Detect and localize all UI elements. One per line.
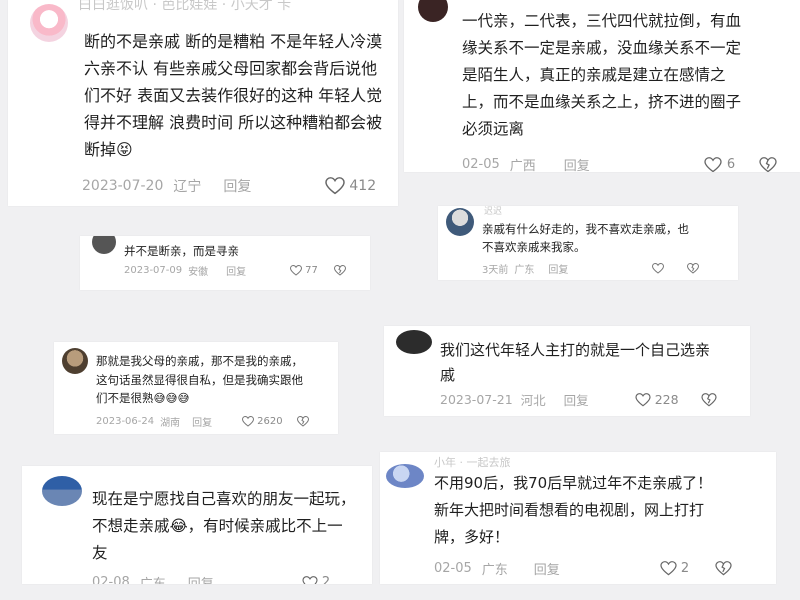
like-button[interactable] [652,263,667,274]
heart-icon [325,177,346,195]
like-button[interactable]: 228 [635,392,679,407]
comment-date: 2023-07-09 [124,265,183,276]
comment-text: 一代亲，二代表，三代四代就拉倒，有血 缘关系不一定是亲戚，没血缘关系不一定 是陌… [462,12,742,138]
avatar[interactable] [418,0,448,22]
comment-location: 广西 [509,159,536,172]
comment-text: 现在是宁愿找自己喜欢的朋友一起玩， 不想走亲戚😂，有时候亲戚比不上一 友 [92,490,356,562]
comment-text: 并不是断亲，而是寻亲 [124,244,239,258]
reply-button[interactable]: 回复 [564,155,590,172]
like-button[interactable]: 77 [290,265,318,276]
dislike-icon[interactable] [715,561,732,576]
heart-icon [635,392,651,407]
comment-location: 广东 [481,563,508,578]
comment-location: 广东 [140,573,166,584]
comment-text: 那就是我父母的亲戚，那不是我的亲戚， 这句话虽然显得很自私，但是我确实跟他 们不… [96,352,303,408]
reply-button[interactable]: 回复 [548,261,568,276]
like-button[interactable]: 2 [660,561,689,576]
comment-text: 断的不是亲戚 断的是糟粕 不是年轻人冷漠 六亲不认 有些亲戚父母回家都会背后说他… [84,28,398,163]
dislike-icon[interactable] [700,392,717,407]
reply-button[interactable]: 回复 [188,573,214,584]
comment-card-1: 白白逛饭叭 · 芭比娃娃 · 小天才 卡 断的不是亲戚 断的是糟粕 不是年轻人冷… [8,0,398,206]
sweat-smile-emoji: 😅😅😅 [153,391,190,405]
avatar[interactable] [386,464,424,488]
comment-text: 不用90后，我70后早就过年不走亲戚了！ 新年大把时间看想看的电视剧，网上打打 … [434,474,713,546]
heart-icon [290,265,303,276]
username[interactable]: 白白逛饭叭 · 芭比娃娃 · 小天才 卡 [78,0,291,14]
tears-of-joy-emoji: 😂 [169,517,188,535]
comment-meta: 02-05 广西 回复 6 [462,155,777,172]
comment-card-5: 那就是我父母的亲戚，那不是我的亲戚， 这句话虽然显得很自私，但是我确实跟他 们不… [54,342,338,434]
avatar[interactable] [446,208,474,236]
comment-location: 河北 [520,393,546,408]
comment-date: 2023-07-20 [82,178,164,194]
heart-icon [660,561,677,576]
like-count: 228 [654,392,679,407]
comment-date: 3天前 [482,265,509,276]
avatar[interactable] [62,348,88,374]
comment-meta: 2023-07-21 河北 回复 228 [440,390,717,409]
comment-card-8: 小年 · 一起去旅 不用90后，我70后早就过年不走亲戚了！ 新年大把时间看想看… [380,452,776,584]
comment-location: 湖南 [160,418,181,429]
like-count: 412 [349,178,377,194]
comment-card-4: 迟迟 亲戚有什么好走的，我不喜欢走亲戚，也 不喜欢亲戚来我家。 3天前 广东 回… [438,206,738,280]
like-count: 2 [680,561,690,576]
heart-icon [704,156,722,173]
comment-meta: 2023-07-09 安徽 回复 77 [124,263,346,278]
dislike-icon[interactable] [296,416,309,427]
comment-text: 亲戚有什么好走的，我不喜欢走亲戚，也 不喜欢亲戚来我家。 [482,222,689,254]
username[interactable]: 迟迟 [484,206,502,217]
like-count: 77 [305,265,318,276]
comment-location: 辽宁 [173,179,202,195]
comment-card-6: 我们这代年轻人主打的就是一个自己选亲 戚 2023-07-21 河北 回复 22… [384,326,750,416]
comment-location: 广东 [514,265,535,276]
avatar[interactable] [396,330,432,354]
comment-date: 2023-06-24 [96,416,155,427]
reply-button[interactable]: 回复 [192,414,212,429]
comment-meta: 02-08 广东 回复 2 [92,573,330,584]
like-button[interactable]: 2 [302,575,330,584]
avatar[interactable] [42,476,82,506]
comment-date: 2023-07-21 [440,392,513,407]
comment-date: 02-05 [434,561,472,576]
reply-button[interactable]: 回复 [534,559,560,578]
dislike-icon[interactable] [759,156,777,173]
username[interactable]: 小年 · 一起去旅 [434,454,511,470]
dislike-icon[interactable] [333,265,346,276]
comment-meta: 3天前 广东 回复 [482,261,700,276]
avatar[interactable] [92,236,116,254]
avatar[interactable] [30,4,68,42]
comment-meta: 2023-06-24 湖南 回复 2620 [96,414,309,429]
heart-icon [302,575,318,584]
reply-button[interactable]: 回复 [223,176,251,196]
like-button[interactable]: 412 [325,177,376,195]
heart-icon [652,263,665,274]
like-button[interactable]: 2620 [242,416,283,427]
comment-card-2: 一代亲，二代表，三代四代就拉倒，有血 缘关系不一定是亲戚，没血缘关系不一定 是陌… [404,0,800,172]
comment-card-7: 现在是宁愿找自己喜欢的朋友一起玩， 不想走亲戚😂，有时候亲戚比不上一 友 02-… [22,466,372,584]
comment-date: 02-08 [92,575,130,584]
reply-button[interactable]: 回复 [564,390,589,409]
comment-meta: 2023-07-20 辽宁 回复 412 [82,176,398,196]
laugh-emoji: 😝 [116,140,133,159]
comment-card-3: 并不是断亲，而是寻亲 2023-07-09 安徽 回复 77 [80,236,370,290]
like-count: 6 [726,157,736,172]
like-count: 2620 [257,416,283,427]
like-count: 2 [321,575,331,584]
comment-text: 我们这代年轻人主打的就是一个自己选亲 戚 [440,341,711,384]
comment-location: 安徽 [188,267,209,278]
like-button[interactable]: 6 [704,156,736,173]
reply-button[interactable]: 回复 [226,263,246,278]
heart-icon [242,416,255,427]
comment-date: 02-05 [462,157,500,172]
dislike-icon[interactable] [687,263,700,274]
comment-meta: 02-05 广东 回复 2 [434,559,732,578]
